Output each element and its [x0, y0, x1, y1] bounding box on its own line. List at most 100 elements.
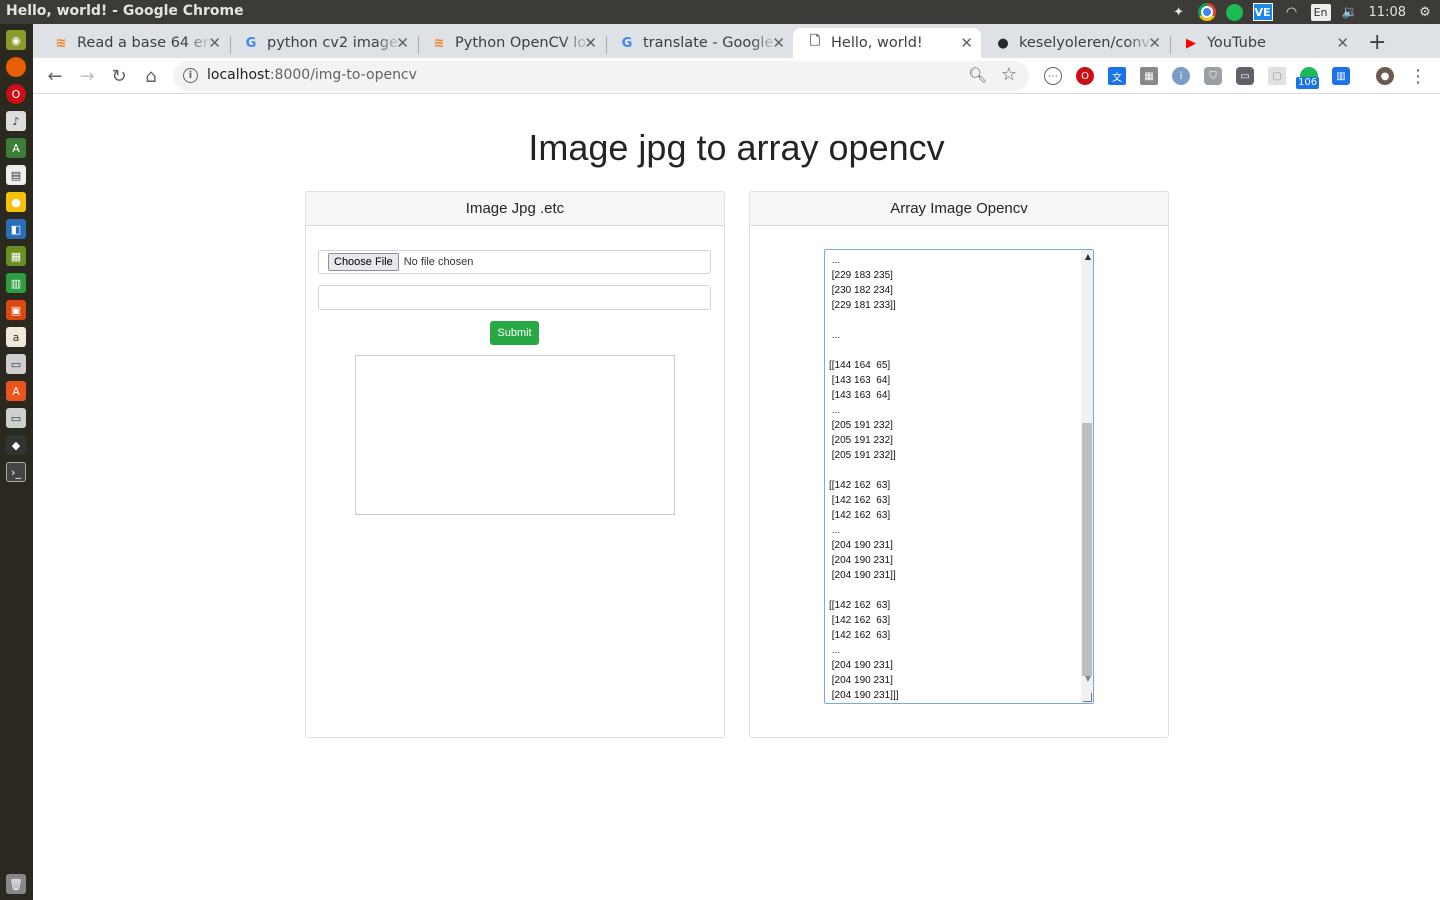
scrollbar-thumb[interactable]: [1082, 423, 1092, 676]
blank-extension-icon[interactable]: ▢: [1268, 67, 1286, 85]
file-input[interactable]: Choose File No file chosen: [318, 250, 711, 274]
hangouts-tray-icon[interactable]: [1225, 3, 1243, 21]
ve-tray-icon[interactable]: VE: [1252, 3, 1273, 21]
image-preview-box: [355, 355, 675, 515]
close-tab-icon[interactable]: ✕: [960, 34, 973, 52]
close-tab-icon[interactable]: ✕: [1336, 34, 1349, 52]
shield-extension-icon[interactable]: ⛉: [1204, 67, 1222, 85]
url-text[interactable]: localhost:8000/img-to-opencv: [207, 67, 417, 83]
terminal-icon[interactable]: ›_: [6, 462, 26, 482]
github-icon: ●: [997, 35, 1009, 51]
document-viewer-icon[interactable]: ▭: [6, 408, 26, 428]
close-tab-icon[interactable]: ✕: [208, 34, 221, 52]
translate-extension-icon[interactable]: 文: [1108, 67, 1126, 85]
tab-7[interactable]: ▶ YouTube ✕: [1169, 28, 1357, 58]
choose-file-button[interactable]: Choose File: [328, 253, 399, 271]
opera-icon[interactable]: O: [6, 84, 26, 104]
rhythmbox-icon[interactable]: ♪: [6, 111, 26, 131]
image-upload-card: Image Jpg .etc Choose File No file chose…: [305, 191, 725, 738]
keyboard-language-indicator[interactable]: En: [1310, 3, 1331, 21]
array-line: [[142 162 63]: [829, 480, 891, 491]
reload-icon[interactable]: ↻: [107, 64, 131, 88]
google-icon: G: [245, 35, 257, 51]
array-line: [142 162 63]: [829, 630, 891, 641]
chrome-menu-icon[interactable]: ⋮: [1406, 64, 1430, 88]
tab-label: Python OpenCV lo: [455, 35, 587, 51]
bookmark-star-icon[interactable]: ☆: [1001, 64, 1017, 85]
close-tab-icon[interactable]: ✕: [584, 34, 597, 52]
array-line: [[144 164 65]: [829, 360, 891, 371]
tab-1[interactable]: ≋ Read a base 64 enc ✕: [39, 28, 229, 58]
close-tab-icon[interactable]: ✕: [772, 34, 785, 52]
array-line: [143 163 64]: [829, 375, 891, 386]
array-line: ...: [829, 645, 841, 656]
info-extension-icon[interactable]: i: [1172, 67, 1190, 85]
submit-button[interactable]: Submit: [490, 321, 539, 345]
text-editor-icon[interactable]: ▭: [6, 354, 26, 374]
tab-4[interactable]: G translate - Google ✕: [605, 28, 793, 58]
address-bar[interactable]: i localhost:8000/img-to-opencv 🔍︎ ☆: [173, 61, 1029, 91]
tab-3[interactable]: ≋ Python OpenCV lo ✕: [417, 28, 605, 58]
profile-avatar[interactable]: ●: [1376, 67, 1394, 85]
array-line: [142 162 63]: [829, 615, 891, 626]
vscode-icon[interactable]: ◧: [6, 219, 26, 239]
home-icon[interactable]: ⌂: [139, 64, 163, 88]
array-line: ...: [829, 405, 841, 416]
array-line: [204 190 231]: [829, 540, 893, 551]
new-tab-plus-icon[interactable]: +: [1368, 30, 1386, 55]
chrome-tray-icon[interactable]: [1197, 3, 1216, 21]
grid-extension-icon[interactable]: ▦: [1140, 67, 1158, 85]
trash-icon[interactable]: 🗑: [6, 874, 26, 894]
zoom-search-icon[interactable]: 🔍︎: [968, 66, 987, 84]
calc-icon[interactable]: ▦: [6, 246, 26, 266]
url-host: localhost: [207, 67, 270, 83]
dropbox-icon[interactable]: ✦: [1170, 3, 1188, 21]
scroll-up-arrow-icon[interactable]: ▲: [1085, 252, 1091, 261]
array-line: [204 190 231]: [829, 675, 893, 686]
close-tab-icon[interactable]: ✕: [396, 34, 409, 52]
opera-extension-icon[interactable]: O: [1076, 67, 1094, 85]
git-client-icon[interactable]: ◆: [6, 435, 26, 455]
site-info-icon[interactable]: i: [183, 68, 198, 83]
dash-icon[interactable]: ◉: [6, 30, 26, 50]
chrome-launcher-icon[interactable]: ●: [6, 192, 26, 212]
array-output-card: Array Image Opencv ... [229 183 235] [23…: [749, 191, 1169, 738]
tab-2[interactable]: G python cv2 image ✕: [229, 28, 417, 58]
array-line: ...: [829, 525, 841, 536]
spreadsheet-icon[interactable]: ▥: [6, 273, 26, 293]
firefox-icon[interactable]: [6, 57, 26, 77]
array-output-textarea[interactable]: ... [229 183 235] [230 182 234] [229 181…: [824, 249, 1094, 704]
volume-icon[interactable]: 🔉: [1341, 3, 1359, 21]
files-icon[interactable]: ▤: [6, 165, 26, 185]
base64-text-input[interactable]: [318, 285, 711, 310]
system-tray: ✦ VE ◠ En 🔉 11:08 ⚙: [1170, 0, 1434, 24]
vertical-scrollbar[interactable]: ▲ ▼: [1081, 250, 1093, 703]
wifi-icon[interactable]: ◠: [1283, 3, 1301, 21]
resize-handle-icon[interactable]: [1083, 693, 1092, 702]
presentation-icon[interactable]: ▣: [6, 300, 26, 320]
calendar-extension-icon[interactable]: ▥: [1332, 67, 1350, 85]
array-line: ...: [829, 330, 841, 341]
close-tab-icon[interactable]: ✕: [1148, 34, 1161, 52]
array-line: [229 181 233]]: [829, 300, 896, 311]
array-line: [204 190 231]]: [829, 570, 896, 581]
page-title: Image jpg to array opencv: [528, 127, 945, 168]
extension-badge: 106: [1296, 77, 1320, 89]
stackoverflow-icon: ≋: [55, 35, 67, 51]
android-studio-icon[interactable]: A: [6, 138, 26, 158]
back-arrow-icon[interactable]: ←: [43, 64, 67, 88]
forward-arrow-icon[interactable]: →: [75, 64, 99, 88]
array-line: [205 191 232]: [829, 420, 893, 431]
software-center-icon[interactable]: A: [6, 381, 26, 401]
tab-6[interactable]: ● keselyoleren/conv ✕: [981, 28, 1169, 58]
tab-5-active[interactable]: 🗋 Hello, world! ✕: [793, 28, 981, 58]
amazon-icon[interactable]: a: [6, 327, 26, 347]
chat-extension-icon[interactable]: ▭: [1236, 67, 1254, 85]
extension-1-icon[interactable]: ⋯: [1044, 67, 1062, 85]
scroll-down-arrow-icon[interactable]: ▼: [1085, 674, 1091, 683]
array-line: [142 162 63]: [829, 510, 891, 521]
clock[interactable]: 11:08: [1369, 5, 1406, 20]
array-line: [[142 162 63]: [829, 600, 891, 611]
tab-label: Hello, world!: [831, 35, 923, 51]
settings-gear-icon[interactable]: ⚙: [1416, 3, 1434, 21]
